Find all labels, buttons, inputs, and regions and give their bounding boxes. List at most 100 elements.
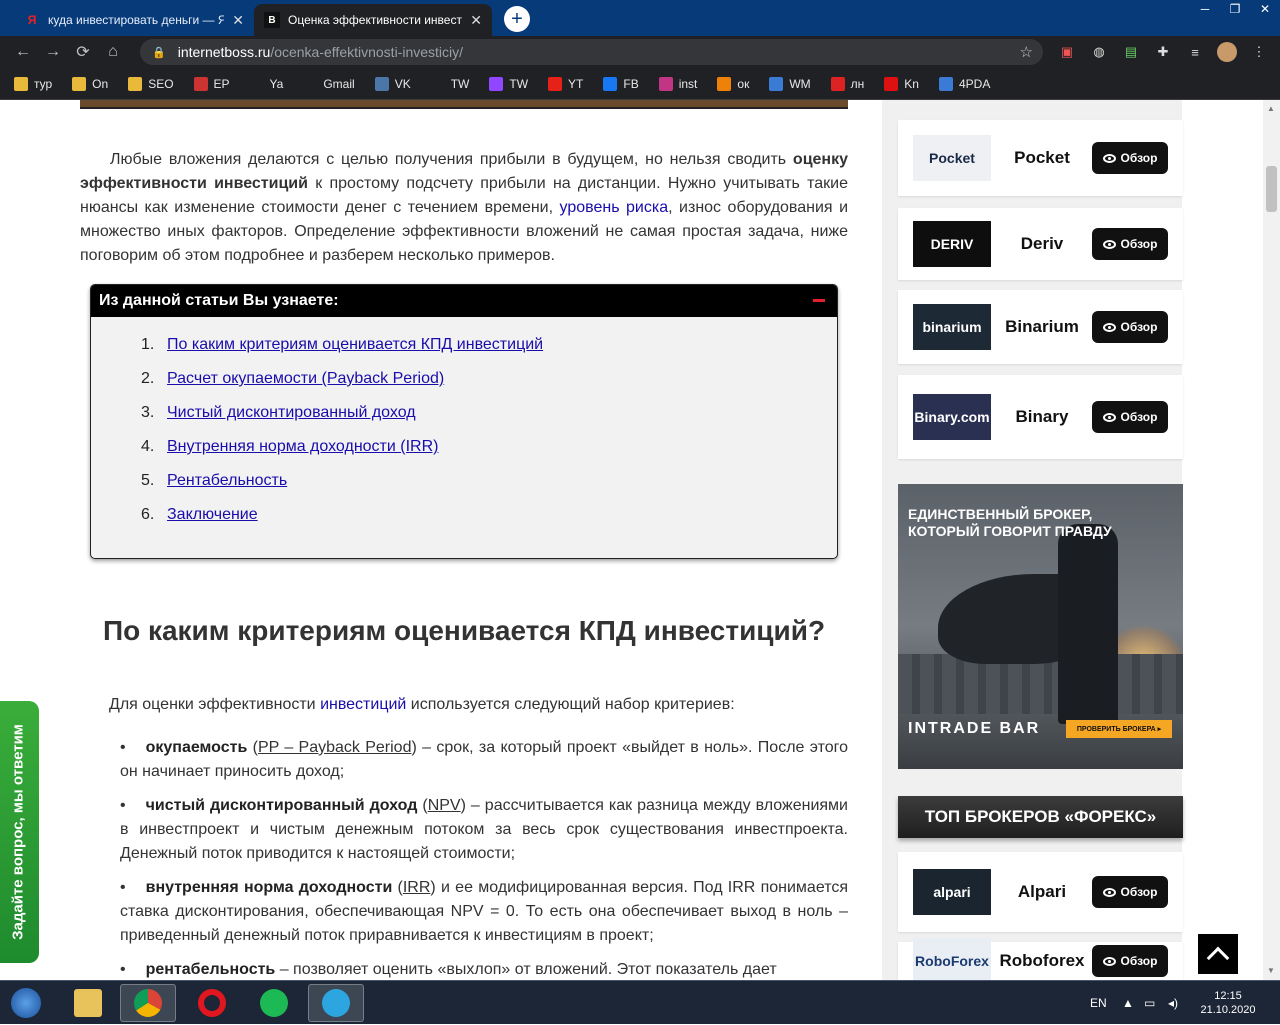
bookmark-item[interactable]: тур xyxy=(14,76,52,91)
broker-card: Binary.com Binary Обзор xyxy=(898,375,1183,459)
reload-icon[interactable]: ⟳ xyxy=(68,37,98,67)
toc-link[interactable]: Рентабельность xyxy=(167,472,287,506)
close-icon[interactable]: ✕ xyxy=(232,12,244,29)
tab-yandex[interactable]: Я куда инвестировать деньги — Я ✕ xyxy=(14,4,254,36)
review-button[interactable]: Обзор xyxy=(1092,945,1168,977)
toc-link[interactable]: Расчет окупаемости (Payback Period) xyxy=(167,370,444,404)
toc-link[interactable]: Заключение xyxy=(167,506,258,540)
broker-logo[interactable]: RoboForex xyxy=(913,938,991,980)
maximize-icon[interactable]: ❐ xyxy=(1220,0,1250,18)
home-icon[interactable]: ⌂ xyxy=(98,37,128,67)
eye-icon xyxy=(1102,153,1116,163)
media-icon[interactable]: ≡ xyxy=(1183,40,1207,64)
scroll-to-top-button[interactable] xyxy=(1198,934,1238,974)
broker-card: alpari Alpari Обзор xyxy=(898,852,1183,932)
bookmark-item[interactable]: TW xyxy=(430,76,470,91)
opera-icon[interactable] xyxy=(184,984,240,1022)
bookmark-star-icon[interactable]: ☆ xyxy=(1020,43,1033,61)
risk-level-link[interactable]: уровень риска xyxy=(560,199,669,216)
spotify-icon[interactable] xyxy=(246,984,302,1022)
forward-icon[interactable]: → xyxy=(38,37,68,67)
extension-icon[interactable]: ▤ xyxy=(1119,40,1143,64)
bookmark-item[interactable]: WM xyxy=(769,76,811,91)
review-button[interactable]: Обзор xyxy=(1092,876,1168,908)
broker-logo[interactable]: Pocket xyxy=(913,135,991,181)
close-icon[interactable]: ✕ xyxy=(470,12,482,29)
toc-number: 1. xyxy=(141,336,155,353)
bookmark-item[interactable]: Ya xyxy=(249,76,283,91)
bookmark-label: On xyxy=(92,76,109,91)
bookmark-item[interactable]: SEO xyxy=(128,76,174,91)
scroll-up-icon[interactable]: ▲ xyxy=(1267,104,1275,113)
broker-name: Alpari xyxy=(1017,882,1067,901)
bookmark-item[interactable]: inst xyxy=(658,76,697,91)
review-button[interactable]: Обзор xyxy=(1092,228,1168,260)
collapse-icon[interactable] xyxy=(813,299,825,302)
bookmark-item[interactable]: 4PDA xyxy=(938,76,990,91)
bookmark-item[interactable]: YT xyxy=(548,76,583,91)
back-icon[interactable]: ← xyxy=(8,37,38,67)
tab-title: Оценка эффективности инвести xyxy=(288,13,463,27)
bookmark-label: TW xyxy=(450,76,470,91)
bookmark-item[interactable]: EP xyxy=(193,76,230,91)
tab-article[interactable]: B Оценка эффективности инвести ✕ xyxy=(254,4,492,36)
bookmark-item[interactable]: FB xyxy=(603,76,639,91)
yandex-icon: Я xyxy=(27,13,37,27)
windows-logo-icon xyxy=(11,988,41,1018)
scrollbar-thumb[interactable] xyxy=(1266,166,1277,212)
broker-logo[interactable]: Binary.com xyxy=(913,394,991,440)
bookmark-item[interactable]: Kn xyxy=(884,76,919,91)
network-icon[interactable]: ▭ xyxy=(1144,981,1155,1025)
eye-icon xyxy=(1102,322,1116,332)
close-window-icon[interactable]: ✕ xyxy=(1250,0,1280,18)
clock[interactable]: 12:15 21.10.2020 xyxy=(1198,989,1258,1017)
bookmark-item[interactable]: ок xyxy=(717,76,749,91)
avatar[interactable] xyxy=(1215,40,1239,64)
menu-icon[interactable]: ⋮ xyxy=(1247,40,1271,64)
toc-link[interactable]: По каким критериям оценивается КПД инвес… xyxy=(167,336,543,370)
address-bar[interactable]: 🔒 internetboss.ru/ocenka-effektivnosti-i… xyxy=(140,39,1043,65)
ad-cta-button[interactable]: ПРОВЕРИТЬ БРОКЕРА ▸ xyxy=(1066,720,1172,738)
criteria-abbr: IRR xyxy=(402,879,431,896)
puzzle-icon[interactable]: ✚ xyxy=(1151,40,1175,64)
feedback-tab[interactable]: Задайте вопрос, мы ответим xyxy=(0,701,39,963)
toc-number: 6. xyxy=(141,506,155,523)
broker-name: Binarium xyxy=(1005,317,1079,336)
start-button[interactable] xyxy=(4,984,48,1022)
toc-title: Из данной статьи Вы узнаете: xyxy=(99,292,339,309)
explorer-icon[interactable] xyxy=(60,984,116,1022)
telegram-icon[interactable] xyxy=(308,984,364,1022)
folder-icon xyxy=(128,76,143,91)
bookmark-item[interactable]: On xyxy=(72,76,109,91)
extension-icon[interactable]: ▣ xyxy=(1055,40,1079,64)
language-indicator[interactable]: EN xyxy=(1090,981,1107,1025)
toc-link[interactable]: Внутренняя норма доходности (IRR) xyxy=(167,438,438,472)
tray-arrow-icon[interactable]: ▲ xyxy=(1122,981,1134,1025)
scrollbar[interactable]: ▲ ▼ xyxy=(1263,100,1280,980)
intrade-bar-ad[interactable]: ЕДИНСТВЕННЫЙ БРОКЕР, КОТОРЫЙ ГОВОРИТ ПРА… xyxy=(898,484,1183,769)
review-button[interactable]: Обзор xyxy=(1092,142,1168,174)
criteria-text: ( xyxy=(247,739,258,756)
scroll-down-icon[interactable]: ▼ xyxy=(1267,966,1275,975)
broker-logo[interactable]: binarium xyxy=(913,304,991,350)
bookmark-item[interactable]: Gmail xyxy=(303,76,355,91)
review-label: Обзор xyxy=(1120,320,1158,334)
broker-logo[interactable]: alpari xyxy=(913,869,991,915)
bookmark-item[interactable]: лн xyxy=(830,76,864,91)
broker-logo[interactable]: DERIV xyxy=(913,221,991,267)
review-button[interactable]: Обзор xyxy=(1092,311,1168,343)
investments-link[interactable]: инвестиций xyxy=(320,696,406,713)
minimize-icon[interactable]: ─ xyxy=(1190,0,1220,18)
bookmark-item[interactable]: VK xyxy=(374,76,411,91)
feedback-label: Задайте вопрос, мы ответим xyxy=(9,724,27,940)
bookmark-label: VK xyxy=(394,76,411,91)
chrome-icon[interactable] xyxy=(120,984,176,1022)
new-tab-button[interactable]: + xyxy=(504,6,530,32)
toc-link[interactable]: Чистый дисконтированный доход xyxy=(167,404,416,438)
globe-icon[interactable]: ◍ xyxy=(1087,40,1111,64)
bookmark-item[interactable]: TW xyxy=(489,76,528,91)
volume-icon[interactable]: ◂) xyxy=(1168,981,1178,1025)
review-button[interactable]: Обзор xyxy=(1092,401,1168,433)
criteria-term: окупаемость xyxy=(145,739,248,756)
broker-card: Pocket Pocket Обзор xyxy=(898,120,1183,196)
